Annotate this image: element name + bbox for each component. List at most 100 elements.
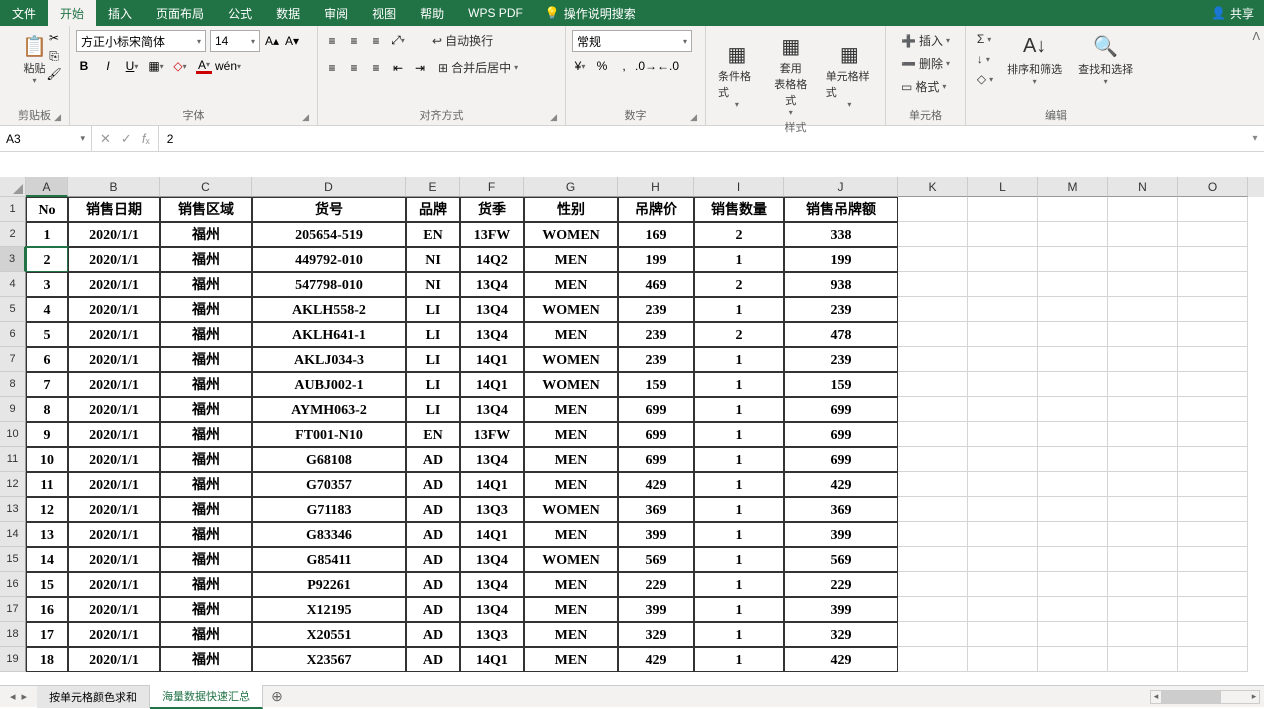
cell[interactable] bbox=[1108, 397, 1178, 422]
cell[interactable] bbox=[1038, 272, 1108, 297]
cell[interactable]: 2 bbox=[694, 322, 784, 347]
cell[interactable]: 229 bbox=[618, 572, 694, 597]
cell[interactable]: 13Q4 bbox=[460, 547, 524, 572]
cell[interactable] bbox=[968, 247, 1038, 272]
cell[interactable] bbox=[1178, 547, 1248, 572]
cell[interactable]: X20551 bbox=[252, 622, 406, 647]
cell[interactable] bbox=[1038, 247, 1108, 272]
cell[interactable]: 1 bbox=[694, 447, 784, 472]
cell[interactable] bbox=[1038, 472, 1108, 497]
cell[interactable]: G68108 bbox=[252, 447, 406, 472]
cell[interactable] bbox=[968, 222, 1038, 247]
cell[interactable] bbox=[898, 597, 968, 622]
cell[interactable]: 569 bbox=[618, 547, 694, 572]
header-cell[interactable]: 销售区域 bbox=[160, 197, 252, 222]
tell-me[interactable]: 💡操作说明搜索 bbox=[535, 0, 646, 26]
cell[interactable]: 13Q4 bbox=[460, 447, 524, 472]
cell[interactable]: 7 bbox=[26, 372, 68, 397]
cell[interactable] bbox=[1178, 222, 1248, 247]
col-header-K[interactable]: K bbox=[898, 177, 968, 197]
cell[interactable]: 8 bbox=[26, 397, 68, 422]
cell[interactable]: 13Q3 bbox=[460, 622, 524, 647]
format-as-table-button[interactable]: ▦套用 表格格式▾ bbox=[766, 30, 816, 119]
cell[interactable]: 2020/1/1 bbox=[68, 647, 160, 672]
cell[interactable]: 159 bbox=[784, 372, 898, 397]
cell[interactable]: 13Q4 bbox=[460, 597, 524, 622]
tab-help[interactable]: 帮助 bbox=[408, 0, 456, 26]
cell[interactable] bbox=[1178, 647, 1248, 672]
row-header-14[interactable]: 14 bbox=[0, 522, 26, 547]
cell[interactable] bbox=[968, 272, 1038, 297]
cell[interactable]: 1 bbox=[694, 347, 784, 372]
cell[interactable]: WOMEN bbox=[524, 497, 618, 522]
autosum-button[interactable]: Σ▾ bbox=[973, 30, 997, 48]
header-cell[interactable]: 货季 bbox=[460, 197, 524, 222]
header-cell[interactable]: 品牌 bbox=[406, 197, 460, 222]
cell[interactable] bbox=[968, 497, 1038, 522]
cell[interactable]: 699 bbox=[618, 422, 694, 447]
align-bottom-icon[interactable]: ≡ bbox=[368, 33, 384, 49]
dialog-launcher-icon[interactable]: ◢ bbox=[302, 112, 309, 123]
tab-file[interactable]: 文件 bbox=[0, 0, 48, 26]
cell[interactable]: 2020/1/1 bbox=[68, 522, 160, 547]
cell[interactable]: AKLH641-1 bbox=[252, 322, 406, 347]
conditional-format-button[interactable]: ▦条件格式▾ bbox=[712, 38, 762, 111]
cell[interactable] bbox=[1038, 347, 1108, 372]
cell[interactable] bbox=[1108, 497, 1178, 522]
cell[interactable] bbox=[1178, 522, 1248, 547]
cell[interactable]: 福州 bbox=[160, 447, 252, 472]
cell[interactable]: 13Q3 bbox=[460, 497, 524, 522]
cell[interactable]: 1 bbox=[694, 497, 784, 522]
expand-formula-bar-icon[interactable]: ▾ bbox=[1246, 126, 1264, 151]
cell[interactable]: NI bbox=[406, 247, 460, 272]
col-header-I[interactable]: I bbox=[694, 177, 784, 197]
tab-formulas[interactable]: 公式 bbox=[216, 0, 264, 26]
cell[interactable]: 福州 bbox=[160, 522, 252, 547]
cell[interactable]: 1 bbox=[694, 547, 784, 572]
cell[interactable]: 329 bbox=[618, 622, 694, 647]
dialog-launcher-icon[interactable]: ◢ bbox=[690, 112, 697, 123]
cell[interactable]: 福州 bbox=[160, 572, 252, 597]
cell[interactable] bbox=[968, 647, 1038, 672]
cell[interactable]: 福州 bbox=[160, 397, 252, 422]
cell[interactable]: 18 bbox=[26, 647, 68, 672]
cell[interactable]: 13FW bbox=[460, 222, 524, 247]
cell[interactable]: 14Q1 bbox=[460, 472, 524, 497]
cell-styles-button[interactable]: ▦单元格样式▾ bbox=[820, 38, 879, 111]
cell[interactable]: 14Q1 bbox=[460, 347, 524, 372]
row-header-6[interactable]: 6 bbox=[0, 322, 26, 347]
cell[interactable]: 2020/1/1 bbox=[68, 572, 160, 597]
sheet-nav-prev-icon[interactable]: ◂ bbox=[10, 690, 16, 703]
cell[interactable]: MEN bbox=[524, 397, 618, 422]
tab-insert[interactable]: 插入 bbox=[96, 0, 144, 26]
phonetic-icon[interactable]: wén▾ bbox=[220, 58, 236, 74]
cell[interactable]: 福州 bbox=[160, 247, 252, 272]
sheet-nav-next-icon[interactable]: ▸ bbox=[22, 690, 28, 703]
col-header-J[interactable]: J bbox=[784, 177, 898, 197]
cell[interactable]: 338 bbox=[784, 222, 898, 247]
cell[interactable] bbox=[968, 597, 1038, 622]
comma-icon[interactable]: , bbox=[616, 58, 632, 74]
cell[interactable]: 13 bbox=[26, 522, 68, 547]
cell[interactable] bbox=[1038, 372, 1108, 397]
row-header-13[interactable]: 13 bbox=[0, 497, 26, 522]
cell[interactable]: AD bbox=[406, 547, 460, 572]
cell[interactable]: 13Q4 bbox=[460, 322, 524, 347]
increase-decimal-icon[interactable]: .0→ bbox=[638, 58, 654, 74]
cell[interactable]: 1 bbox=[694, 522, 784, 547]
increase-font-icon[interactable]: A▴ bbox=[264, 33, 280, 49]
cell[interactable]: 399 bbox=[784, 597, 898, 622]
cell[interactable] bbox=[968, 547, 1038, 572]
add-sheet-button[interactable]: ⊕ bbox=[263, 688, 291, 705]
cell[interactable] bbox=[1108, 347, 1178, 372]
cell[interactable]: 449792-010 bbox=[252, 247, 406, 272]
cell[interactable] bbox=[968, 197, 1038, 222]
col-header-O[interactable]: O bbox=[1178, 177, 1248, 197]
cell[interactable]: 2020/1/1 bbox=[68, 297, 160, 322]
cell[interactable] bbox=[1108, 647, 1178, 672]
copy-icon[interactable]: ⎘ bbox=[46, 48, 62, 64]
cell[interactable] bbox=[898, 322, 968, 347]
cell[interactable]: 2020/1/1 bbox=[68, 347, 160, 372]
cell[interactable]: 429 bbox=[618, 472, 694, 497]
cell[interactable]: 2 bbox=[26, 247, 68, 272]
